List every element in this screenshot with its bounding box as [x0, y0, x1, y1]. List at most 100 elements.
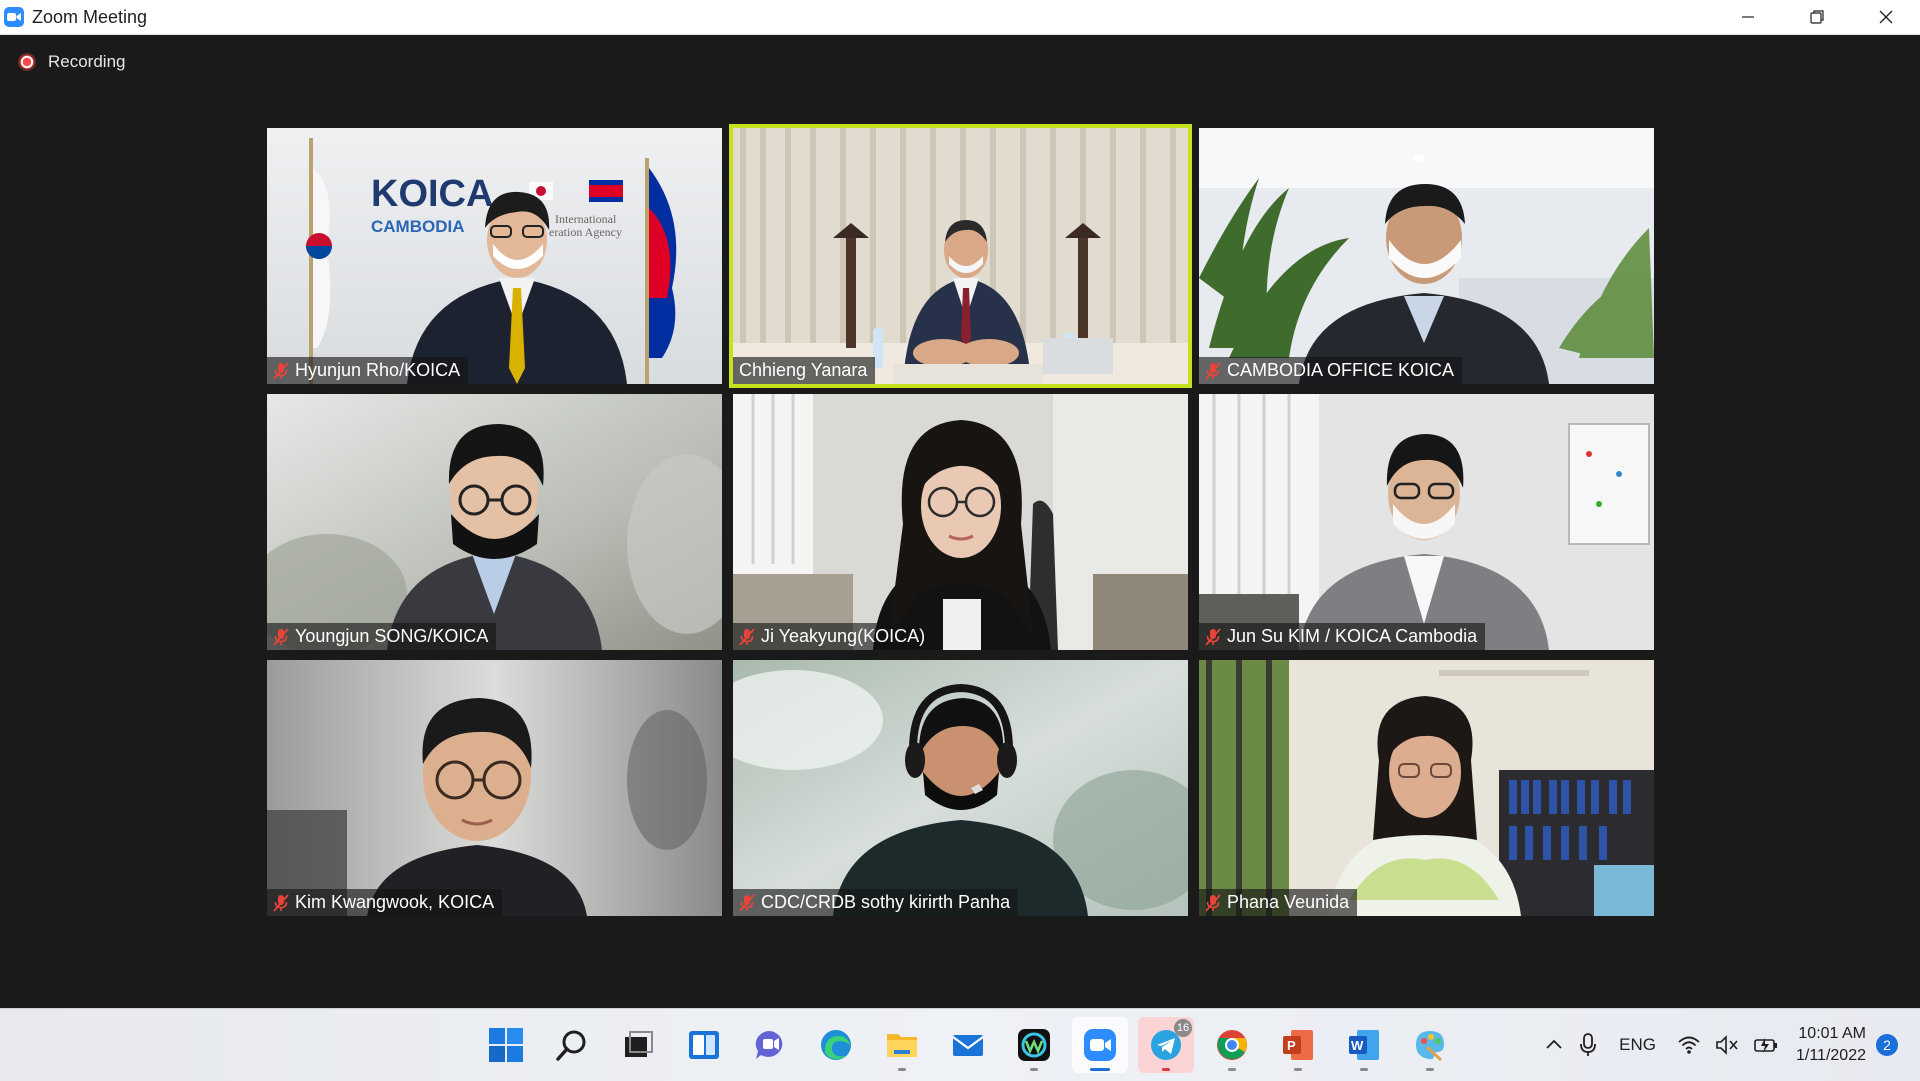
participant-name: Hyunjun Rho/KOICA	[295, 360, 461, 380]
participant-video	[733, 128, 1188, 384]
language-indicator: ENG	[1619, 1035, 1656, 1054]
muted-mic-icon	[273, 361, 289, 380]
show-hidden-icons-button[interactable]	[1537, 1009, 1571, 1081]
video-tile[interactable]: CDC/CRDB sothy kirirth Panha	[733, 660, 1188, 916]
video-tile-active-speaker[interactable]: Chhieng Yanara	[729, 124, 1192, 388]
volume-muted-icon	[1716, 1035, 1738, 1055]
telegram-button[interactable]: 16	[1138, 1017, 1194, 1073]
chrome-button[interactable]	[1204, 1017, 1260, 1073]
video-grid: KOICA CAMBODIA International eration Age…	[267, 124, 1655, 916]
network-button[interactable]	[1670, 1009, 1708, 1081]
koica-logo-subtitle: CAMBODIA	[371, 217, 465, 236]
participant-name-label: Youngjun SONG/KOICA	[267, 623, 497, 650]
wifi-icon	[1678, 1036, 1700, 1054]
clock-date: 1/11/2022	[1796, 1047, 1866, 1064]
recording-icon	[20, 55, 34, 69]
close-icon	[1879, 10, 1892, 24]
microphone-tray-button[interactable]	[1571, 1009, 1605, 1081]
notification-center-badge[interactable]: 2	[1876, 1034, 1898, 1056]
webex-button[interactable]	[1006, 1017, 1062, 1073]
minimize-button[interactable]	[1713, 0, 1782, 34]
zoom-icon	[1084, 1029, 1116, 1061]
running-indicator	[1294, 1068, 1302, 1071]
teams-chat-button[interactable]	[742, 1017, 798, 1073]
video-tile[interactable]: Phana Veunida	[1199, 660, 1654, 916]
participant-video	[1199, 128, 1654, 384]
folder-icon	[887, 1034, 917, 1057]
participant-name-label: Jun Su KIM / KOICA Cambodia	[1199, 623, 1486, 650]
chrome-icon	[1217, 1030, 1247, 1060]
participant-video	[1199, 394, 1654, 650]
active-window-indicator	[1090, 1068, 1110, 1071]
video-tile[interactable]: Jun Su KIM / KOICA Cambodia	[1199, 394, 1654, 650]
windows-logo-icon	[489, 1028, 523, 1062]
participant-name-label: Phana Veunida	[1199, 889, 1358, 916]
close-button[interactable]	[1851, 0, 1920, 34]
task-view-button[interactable]	[610, 1017, 666, 1073]
start-button[interactable]	[478, 1017, 534, 1073]
zoom-app-icon	[4, 7, 24, 27]
word-button[interactable]: W	[1336, 1017, 1392, 1073]
telegram-notification-badge: 16	[1174, 1019, 1192, 1037]
participant-name-label: Chhieng Yanara	[733, 357, 876, 384]
video-tile[interactable]: CAMBODIA OFFICE KOICA	[1199, 128, 1654, 384]
muted-mic-icon	[273, 893, 289, 912]
webex-icon	[1018, 1029, 1050, 1061]
clock-time: 10:01 AM	[1798, 1025, 1866, 1042]
running-indicator	[1228, 1068, 1236, 1071]
video-tile[interactable]: KOICA CAMBODIA International eration Age…	[267, 128, 722, 384]
participant-video: KOICA CAMBODIA International eration Age…	[267, 128, 722, 384]
video-tile[interactable]: Ji Yeakyung(KOICA)	[733, 394, 1188, 650]
recording-indicator[interactable]: Recording	[20, 52, 126, 72]
participant-name-label: CDC/CRDB sothy kirirth Panha	[733, 889, 1019, 916]
muted-mic-icon	[1205, 893, 1221, 912]
participant-video	[267, 660, 722, 916]
clock-button[interactable]: 10:01 AM 1/11/2022	[1786, 1023, 1876, 1067]
participant-name-label: Hyunjun Rho/KOICA	[267, 357, 469, 384]
running-indicator	[1360, 1068, 1368, 1071]
window-title: Zoom Meeting	[32, 6, 148, 27]
video-tile[interactable]: Youngjun SONG/KOICA	[267, 394, 722, 650]
widgets-icon	[689, 1031, 719, 1059]
muted-mic-icon	[1205, 627, 1221, 646]
participant-name: CDC/CRDB sothy kirirth Panha	[761, 892, 1011, 912]
system-tray: ENG 10:01 AM 1/11/2022 2	[1537, 1009, 1920, 1081]
muted-mic-icon	[273, 627, 289, 646]
volume-button[interactable]	[1708, 1009, 1746, 1081]
participant-name: CAMBODIA OFFICE KOICA	[1227, 360, 1455, 380]
running-indicator	[1030, 1068, 1038, 1071]
input-language-button[interactable]: ENG	[1605, 1009, 1670, 1081]
edge-icon	[821, 1030, 851, 1060]
powerpoint-icon: P	[1283, 1030, 1313, 1060]
participant-video	[1199, 660, 1654, 916]
mail-button[interactable]	[940, 1017, 996, 1073]
restore-button[interactable]	[1782, 0, 1851, 34]
participant-name: Kim Kwangwook, KOICA	[295, 892, 495, 912]
zoom-button[interactable]	[1072, 1017, 1128, 1073]
powerpoint-button[interactable]: P	[1270, 1017, 1326, 1073]
koica-logo-text: KOICA	[371, 173, 493, 215]
participant-name-label: CAMBODIA OFFICE KOICA	[1199, 357, 1463, 384]
participant-name: Chhieng Yanara	[739, 360, 868, 380]
video-tile[interactable]: Kim Kwangwook, KOICA	[267, 660, 722, 916]
chevron-up-icon	[1546, 1039, 1562, 1049]
participant-name: Youngjun SONG/KOICA	[295, 626, 489, 646]
participant-name: Jun Su KIM / KOICA Cambodia	[1227, 626, 1478, 646]
minimize-icon	[1741, 16, 1754, 18]
svg-text:W: W	[1351, 1038, 1364, 1053]
battery-button[interactable]	[1746, 1009, 1786, 1081]
edge-browser-button[interactable]	[808, 1017, 864, 1073]
file-explorer-button[interactable]	[874, 1017, 930, 1073]
word-icon: W	[1349, 1030, 1379, 1060]
paint-button[interactable]	[1402, 1017, 1458, 1073]
participant-name-label: Kim Kwangwook, KOICA	[267, 889, 503, 916]
mail-icon	[952, 1035, 984, 1056]
taskbar: 16 P W ENG 10:01 AM 1/11/2022 2	[0, 1008, 1920, 1081]
microphone-icon	[1580, 1033, 1597, 1056]
running-indicator	[1426, 1068, 1434, 1071]
participant-name: Phana Veunida	[1227, 892, 1350, 912]
restore-icon	[1809, 10, 1824, 24]
search-button[interactable]	[544, 1017, 600, 1073]
running-indicator	[1162, 1068, 1170, 1071]
widgets-button[interactable]	[676, 1017, 732, 1073]
